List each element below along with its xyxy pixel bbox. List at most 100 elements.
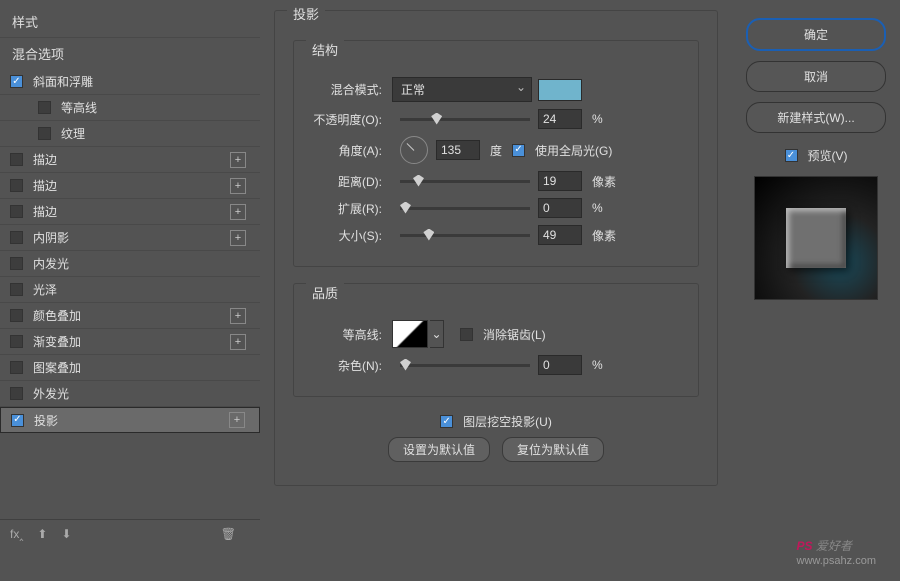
add-effect-icon[interactable]: [230, 204, 246, 220]
style-label: 描边: [33, 177, 230, 194]
style-item-6[interactable]: 内阴影: [0, 225, 260, 251]
cancel-button[interactable]: 取消: [746, 61, 886, 92]
style-label: 外发光: [33, 385, 250, 402]
style-checkbox[interactable]: [10, 257, 23, 270]
global-light-checkbox[interactable]: [512, 144, 525, 157]
opacity-unit: %: [592, 112, 603, 126]
style-checkbox[interactable]: [10, 231, 23, 244]
noise-input[interactable]: 0: [538, 355, 582, 375]
fx-menu-icon[interactable]: fx‸: [10, 527, 23, 541]
knockout-checkbox[interactable]: [440, 415, 453, 428]
spread-input[interactable]: 0: [538, 198, 582, 218]
preview-checkbox[interactable]: [785, 149, 798, 162]
size-row: 大小(S): 49 像素: [306, 225, 686, 245]
move-up-icon[interactable]: ⬆: [37, 527, 47, 541]
move-down-icon[interactable]: ⬇: [61, 527, 71, 541]
style-label: 渐变叠加: [33, 333, 230, 350]
distance-input[interactable]: 19: [538, 171, 582, 191]
make-default-button[interactable]: 设置为默认值: [388, 437, 490, 462]
watermark: PS 爱好者 www.psahz.com: [797, 534, 876, 567]
style-checkbox[interactable]: [10, 75, 23, 88]
add-effect-icon[interactable]: [230, 152, 246, 168]
add-effect-icon[interactable]: [230, 230, 246, 246]
settings-panel: 投影 结构 混合模式: 正常 不透明度(O): 24 % 角度(A):: [260, 0, 732, 548]
style-label: 光泽: [33, 281, 250, 298]
add-effect-icon[interactable]: [230, 178, 246, 194]
style-checkbox[interactable]: [10, 309, 23, 322]
quality-title: 品质: [306, 283, 344, 302]
add-effect-icon[interactable]: [229, 412, 245, 428]
shadow-color-swatch[interactable]: [538, 79, 582, 101]
contour-row: 等高线: ⌄ 消除锯齿(L): [306, 320, 686, 348]
style-item-0[interactable]: 斜面和浮雕: [0, 69, 260, 95]
quality-group: 品质 等高线: ⌄ 消除锯齿(L) 杂色(N): 0 %: [293, 283, 699, 397]
angle-dial[interactable]: [400, 136, 428, 164]
opacity-input[interactable]: 24: [538, 109, 582, 129]
style-item-9[interactable]: 颜色叠加: [0, 303, 260, 329]
style-checkbox[interactable]: [10, 335, 23, 348]
spread-slider[interactable]: [400, 207, 530, 210]
trash-icon[interactable]: 🗑: [221, 527, 236, 541]
opacity-label: 不透明度(O):: [306, 111, 382, 128]
angle-unit: 度: [490, 142, 502, 159]
style-label: 内发光: [33, 255, 250, 272]
antialias-label: 消除锯齿(L): [483, 326, 546, 343]
antialias-checkbox[interactable]: [460, 328, 473, 341]
size-slider[interactable]: [400, 234, 530, 237]
style-item-13[interactable]: 投影: [0, 407, 260, 433]
style-checkbox[interactable]: [10, 283, 23, 296]
style-checkbox[interactable]: [10, 205, 23, 218]
style-checkbox[interactable]: [10, 387, 23, 400]
preview-thumbnail: [754, 176, 878, 300]
styles-header: 样式: [0, 6, 260, 37]
style-item-11[interactable]: 图案叠加: [0, 355, 260, 381]
noise-unit: %: [592, 358, 603, 372]
style-item-1[interactable]: 等高线: [0, 95, 260, 121]
style-item-8[interactable]: 光泽: [0, 277, 260, 303]
noise-slider[interactable]: [400, 364, 530, 367]
style-item-12[interactable]: 外发光: [0, 381, 260, 407]
watermark-text: 爱好者: [816, 539, 852, 553]
style-label: 斜面和浮雕: [33, 73, 250, 90]
angle-row: 角度(A): 135 度 使用全局光(G): [306, 136, 686, 164]
opacity-slider[interactable]: [400, 118, 530, 121]
actions-panel: 确定 取消 新建样式(W)... 预览(V): [732, 0, 900, 548]
styles-footer: fx‸ ⬆ ⬇ 🗑: [0, 519, 260, 547]
styles-panel: 样式 混合选项 斜面和浮雕等高线纹理描边描边描边内阴影内发光光泽颜色叠加渐变叠加…: [0, 0, 260, 548]
style-item-3[interactable]: 描边: [0, 147, 260, 173]
size-label: 大小(S):: [306, 227, 382, 244]
style-list: 斜面和浮雕等高线纹理描边描边描边内阴影内发光光泽颜色叠加渐变叠加图案叠加外发光投…: [0, 69, 260, 433]
group-title: 投影: [287, 4, 325, 23]
style-checkbox[interactable]: [38, 101, 51, 114]
style-checkbox[interactable]: [38, 127, 51, 140]
style-label: 等高线: [61, 99, 250, 116]
size-input[interactable]: 49: [538, 225, 582, 245]
blend-mode-select[interactable]: 正常: [392, 77, 532, 102]
distance-label: 距离(D):: [306, 173, 382, 190]
style-checkbox[interactable]: [10, 153, 23, 166]
style-checkbox[interactable]: [11, 414, 24, 427]
style-item-4[interactable]: 描边: [0, 173, 260, 199]
angle-input[interactable]: 135: [436, 140, 480, 160]
contour-dropdown-icon[interactable]: ⌄: [430, 320, 444, 348]
contour-picker[interactable]: [392, 320, 428, 348]
add-effect-icon[interactable]: [230, 308, 246, 324]
style-checkbox[interactable]: [10, 361, 23, 374]
size-unit: 像素: [592, 227, 616, 244]
ok-button[interactable]: 确定: [746, 18, 886, 51]
style-item-7[interactable]: 内发光: [0, 251, 260, 277]
style-checkbox[interactable]: [10, 179, 23, 192]
add-effect-icon[interactable]: [230, 334, 246, 350]
distance-slider[interactable]: [400, 180, 530, 183]
style-item-2[interactable]: 纹理: [0, 121, 260, 147]
reset-default-button[interactable]: 复位为默认值: [502, 437, 604, 462]
style-label: 内阴影: [33, 229, 230, 246]
style-item-5[interactable]: 描边: [0, 199, 260, 225]
distance-row: 距离(D): 19 像素: [306, 171, 686, 191]
spread-row: 扩展(R): 0 %: [306, 198, 686, 218]
new-style-button[interactable]: 新建样式(W)...: [746, 102, 886, 133]
style-item-10[interactable]: 渐变叠加: [0, 329, 260, 355]
blend-options-header[interactable]: 混合选项: [0, 37, 260, 69]
global-light-label: 使用全局光(G): [535, 142, 612, 159]
noise-label: 杂色(N):: [306, 357, 382, 374]
